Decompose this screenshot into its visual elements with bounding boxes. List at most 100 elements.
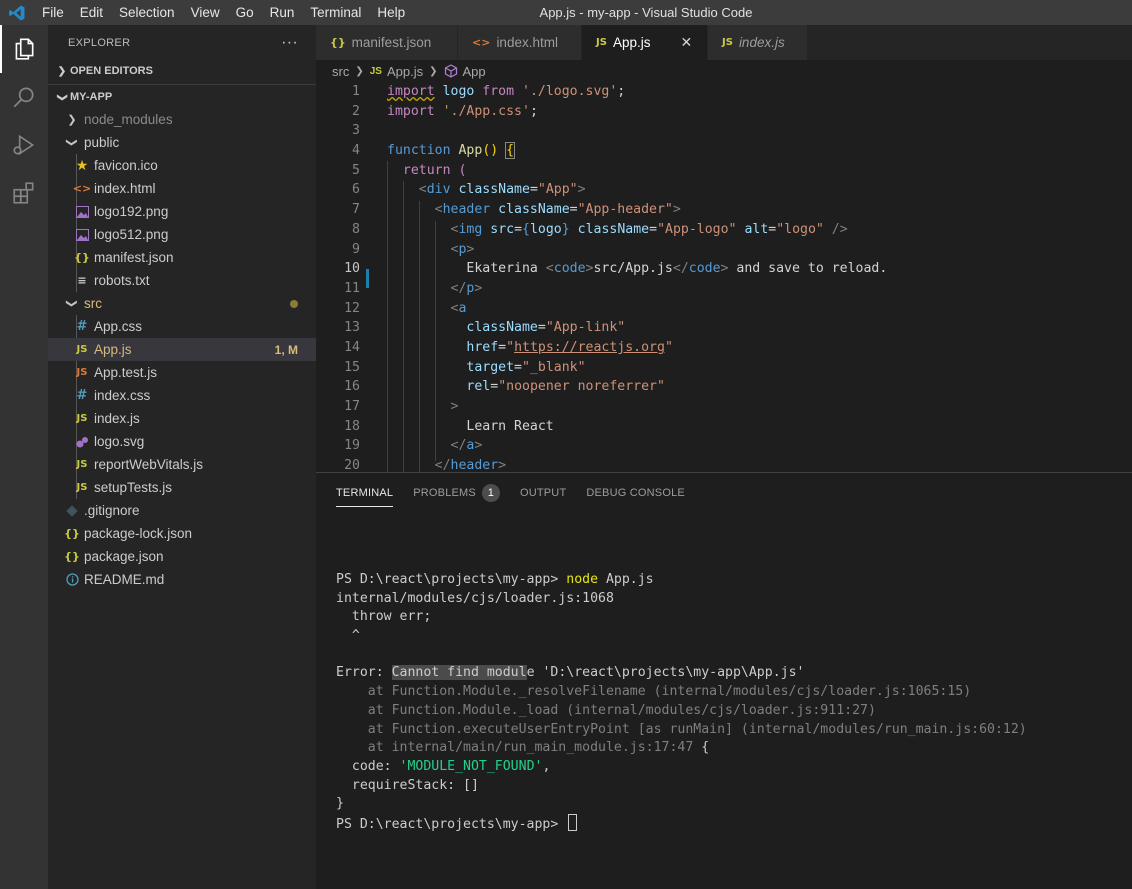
tree-item-gitignore[interactable]: .gitignore [48, 499, 316, 522]
tree-item-public[interactable]: ❯ public [48, 131, 316, 154]
code-line: 5 return ( [352, 162, 467, 178]
terminal-line: at internal/main/run_main_module.js:17:4… [336, 740, 710, 756]
js-icon: JS [76, 459, 88, 470]
tree-item-index-css[interactable]: # index.css [48, 384, 316, 407]
tree-item-logo-svg[interactable]: logo.svg [48, 430, 316, 453]
menu-selection[interactable]: Selection [111, 0, 183, 25]
more-actions-icon[interactable]: ··· [281, 34, 298, 52]
tree-item-label: reportWebVitals.js [94, 457, 204, 472]
code-line: 11 </p> [344, 280, 483, 296]
menu-view[interactable]: View [183, 0, 228, 25]
code-line: 19 </a> [344, 438, 483, 454]
tree-item-index-js[interactable]: JS index.js [48, 407, 316, 430]
js-icon: JS [76, 482, 88, 493]
tree-item-label: logo.svg [94, 434, 145, 449]
menu-run[interactable]: Run [262, 0, 303, 25]
tree-item-src[interactable]: ❯ src [48, 292, 316, 315]
terminal-line: PS D:\react\projects\my-app> node App.js [336, 572, 654, 587]
file-tree: ❯ node_modules ❯ public ★ favicon.ico <>… [48, 108, 316, 591]
terminal-output[interactable]: PS D:\react\projects\my-app> node App.js… [336, 571, 1027, 833]
tab-app-js[interactable]: JS App.js ✕ [582, 25, 708, 60]
explorer-activity-button[interactable] [0, 25, 48, 73]
json-icon: {} [74, 251, 90, 264]
code-editor[interactable]: 1 import logo from './logo.svg'; 2 import … [316, 82, 1132, 472]
git-icon [64, 503, 80, 519]
open-editors-label: OPEN EDITORS [70, 65, 153, 77]
code-line-current: 10 Ekaterina <code>src/App.js</code> and… [344, 261, 888, 277]
tree-item-package-json[interactable]: {} package.json [48, 545, 316, 568]
js-icon: JS [76, 344, 88, 355]
tab-label: App.js [612, 35, 651, 50]
tree-item-favicon[interactable]: ★ favicon.ico [48, 154, 316, 177]
explorer-header: EXPLORER ··· [48, 25, 316, 60]
tree-item-label: setupTests.js [94, 480, 173, 495]
run-debug-activity-button[interactable] [0, 121, 48, 169]
tab-index-html[interactable]: <> index.html [458, 25, 582, 60]
tab-terminal[interactable]: TERMINAL [336, 473, 394, 513]
tree-item-label: node_modules [84, 112, 173, 127]
chevron-right-icon: ❯ [67, 114, 77, 126]
json-icon: {} [64, 550, 80, 563]
breadcrumb-file[interactable]: App.js [387, 64, 423, 79]
project-label: MY-APP [70, 91, 113, 103]
star-icon: ★ [75, 157, 89, 174]
open-editors-section[interactable]: ❯ OPEN EDITORS [48, 60, 316, 82]
problems-badge: 1, M [274, 342, 298, 357]
project-section[interactable]: ❯ MY-APP [48, 86, 316, 108]
code-line: 15 target="_blank" [344, 359, 586, 375]
terminal-line: at Function.Module._load (internal/modul… [336, 702, 876, 718]
tab-problems[interactable]: PROBLEMS 1 [413, 473, 500, 513]
menu-help[interactable]: Help [369, 0, 413, 25]
title-bar: File Edit Selection View Go Run Terminal… [0, 0, 1132, 25]
search-activity-button[interactable] [0, 73, 48, 121]
menu-edit[interactable]: Edit [72, 0, 111, 25]
breadcrumb-folder[interactable]: src [332, 64, 349, 79]
tree-item-node-modules[interactable]: ❯ node_modules [48, 108, 316, 131]
tab-manifest-json[interactable]: {} manifest.json [316, 25, 458, 60]
code-line: 13 className="App-link" [344, 320, 626, 336]
tree-item-robots[interactable]: ≡ robots.txt [48, 269, 316, 292]
menu-file[interactable]: File [34, 0, 72, 25]
tree-item-logo192[interactable]: logo192.png [48, 200, 316, 223]
menu-go[interactable]: Go [228, 0, 262, 25]
tree-item-label: logo192.png [94, 204, 169, 219]
extensions-activity-button[interactable] [0, 169, 48, 217]
activity-bar [0, 25, 48, 889]
tree-item-app-js[interactable]: JS App.js 1, M [48, 338, 316, 361]
symbol-class-icon [444, 64, 458, 78]
tree-item-logo512[interactable]: logo512.png [48, 223, 316, 246]
tree-item-readme[interactable]: README.md [48, 568, 316, 591]
tree-item-manifest[interactable]: {} manifest.json [48, 246, 316, 269]
menu-terminal[interactable]: Terminal [302, 0, 369, 25]
terminal-line: code: 'MODULE_NOT_FOUND', [336, 758, 551, 774]
breadcrumb-symbol[interactable]: App [463, 64, 486, 79]
line-change-marker [366, 269, 369, 288]
tab-index-js[interactable]: JS index.js [708, 25, 808, 60]
code-line: 14 href="https://reactjs.org" [344, 339, 673, 355]
tab-output[interactable]: OUTPUT [520, 473, 566, 513]
tree-item-package-lock[interactable]: {} package-lock.json [48, 522, 316, 545]
tree-item-report-web-vitals[interactable]: JS reportWebVitals.js [48, 453, 316, 476]
tree-item-index-html[interactable]: <> index.html [48, 177, 316, 200]
chevron-down-icon: ❯ [56, 92, 68, 102]
close-icon[interactable]: ✕ [680, 34, 692, 51]
tab-label: manifest.json [351, 35, 432, 50]
chevron-right-icon: ❯ [355, 65, 364, 77]
tab-debug-console[interactable]: DEBUG CONSOLE [586, 473, 685, 513]
code-line: 12 <a [344, 300, 467, 316]
tree-item-label: package-lock.json [84, 526, 193, 541]
tree-item-app-test-js[interactable]: JS App.test.js [48, 361, 316, 384]
tree-item-app-css[interactable]: # App.css [48, 315, 316, 338]
search-icon [13, 87, 34, 108]
terminal-line: internal/modules/cjs/loader.js:1068 [336, 590, 614, 606]
explorer-sidebar: EXPLORER ··· ❯ OPEN EDITORS ❯ MY-APP ❯ n… [48, 25, 316, 889]
image-icon [74, 204, 90, 220]
tree-item-setup-tests[interactable]: JS setupTests.js [48, 476, 316, 499]
js-icon: JS [76, 367, 88, 378]
editor-area: {} manifest.json <> index.html JS App.js… [316, 25, 1132, 472]
tree-item-label: index.html [94, 181, 156, 196]
files-icon [15, 38, 34, 60]
chevron-down-icon: ❯ [65, 298, 78, 309]
code-line: 20 </header> [344, 458, 507, 472]
